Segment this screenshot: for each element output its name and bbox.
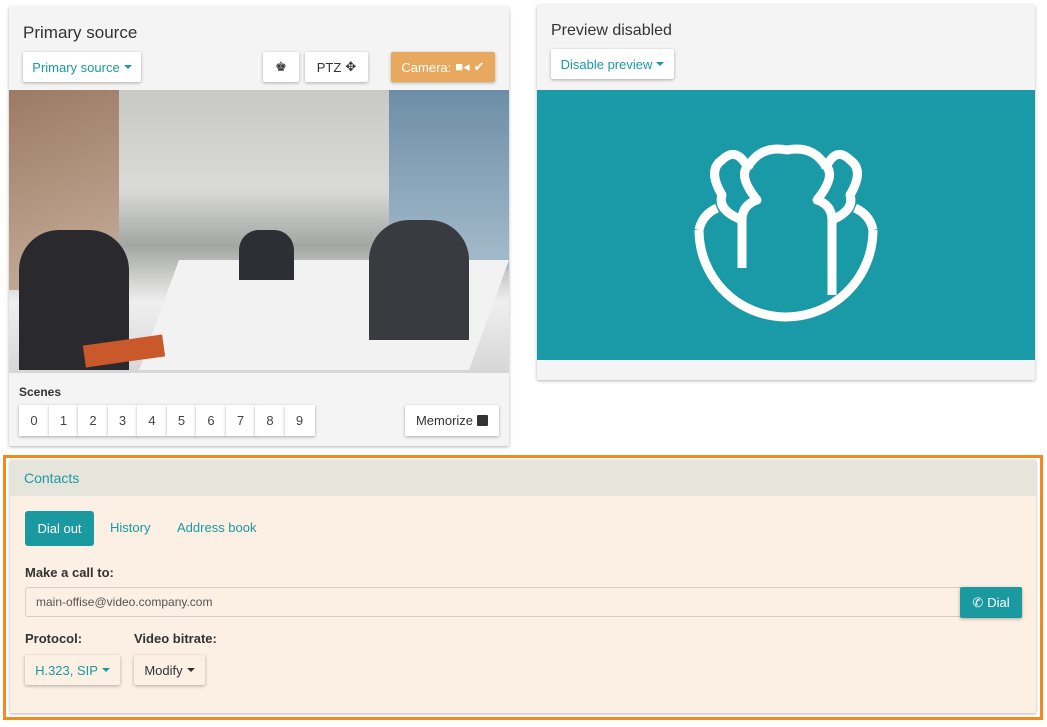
tab-dial-out[interactable]: Dial out	[25, 511, 94, 546]
scene-button-3[interactable]: 3	[107, 405, 138, 436]
ptz-label: PTZ	[316, 59, 342, 75]
move-arrows-icon: ✥	[345, 59, 357, 74]
chess-king-button[interactable]: ♚	[263, 52, 299, 82]
memorize-label: Memorize	[415, 413, 474, 428]
save-floppy-icon	[477, 415, 489, 426]
scene-button-6[interactable]: 6	[196, 405, 226, 436]
caret-down-icon	[123, 65, 132, 69]
scene-button-4[interactable]: 4	[137, 405, 167, 436]
panel-title: Primary source	[23, 23, 138, 42]
contacts-header: Contacts	[10, 460, 1036, 496]
contacts-title: Contacts	[24, 470, 80, 486]
scenes-label: Scenes	[19, 385, 62, 399]
video-bitrate-dropdown[interactable]: Modify	[134, 655, 205, 685]
dial-button[interactable]: ✆ Dial	[960, 587, 1022, 618]
phone-icon: ✆	[972, 594, 984, 610]
protocol-dropdown[interactable]: H.323, SIP	[25, 655, 120, 685]
caret-down-icon	[101, 668, 110, 672]
preview-placeholder	[537, 90, 1035, 360]
protocol-label: Protocol:	[25, 631, 83, 646]
scene-button-2[interactable]: 2	[78, 405, 108, 436]
scene-button-7[interactable]: 7	[225, 405, 256, 436]
tab-history[interactable]: History	[110, 520, 150, 535]
video-camera-icon: ■◂	[455, 59, 470, 74]
bitrate-value: Modify	[144, 662, 183, 678]
panel-title: Preview disabled	[551, 22, 672, 39]
scene-button-5[interactable]: 5	[166, 405, 197, 436]
dial-label: Dial	[987, 595, 1010, 610]
scene-button-0[interactable]: 0	[19, 405, 49, 436]
chess-piece-icon: ♚	[275, 59, 287, 74]
preview-panel: Preview disabled Disable preview	[537, 5, 1035, 380]
contacts-panel: Contacts Dial out History Address book M…	[10, 460, 1036, 713]
tab-address-book[interactable]: Address book	[177, 520, 257, 535]
make-call-label: Make a call to:	[25, 565, 114, 580]
primary-source-dropdown[interactable]: Primary source	[23, 52, 141, 82]
scene-button-8[interactable]: 8	[255, 405, 285, 436]
camera-button[interactable]: Camera: ■◂ ✔	[391, 52, 495, 82]
caret-down-icon	[186, 668, 195, 672]
video-bitrate-label: Video bitrate:	[134, 631, 217, 646]
group-users-icon	[694, 144, 878, 322]
camera-label: Camera:	[401, 59, 452, 75]
dropdown-label: Disable preview	[560, 56, 653, 72]
caret-down-icon	[656, 62, 665, 66]
ptz-button[interactable]: PTZ ✥	[305, 52, 368, 82]
scene-button-9[interactable]: 9	[284, 405, 315, 436]
dropdown-label: Primary source	[32, 59, 120, 75]
camera-feed	[9, 90, 509, 373]
check-icon: ✔	[473, 59, 485, 74]
scene-button-1[interactable]: 1	[48, 405, 79, 436]
disable-preview-dropdown[interactable]: Disable preview	[551, 49, 674, 79]
primary-source-panel: Primary source Primary source ♚ PTZ ✥ Cam…	[9, 7, 509, 446]
protocol-value: H.323, SIP	[35, 662, 98, 678]
call-address-input[interactable]	[25, 587, 961, 617]
memorize-button[interactable]: Memorize	[405, 405, 499, 436]
